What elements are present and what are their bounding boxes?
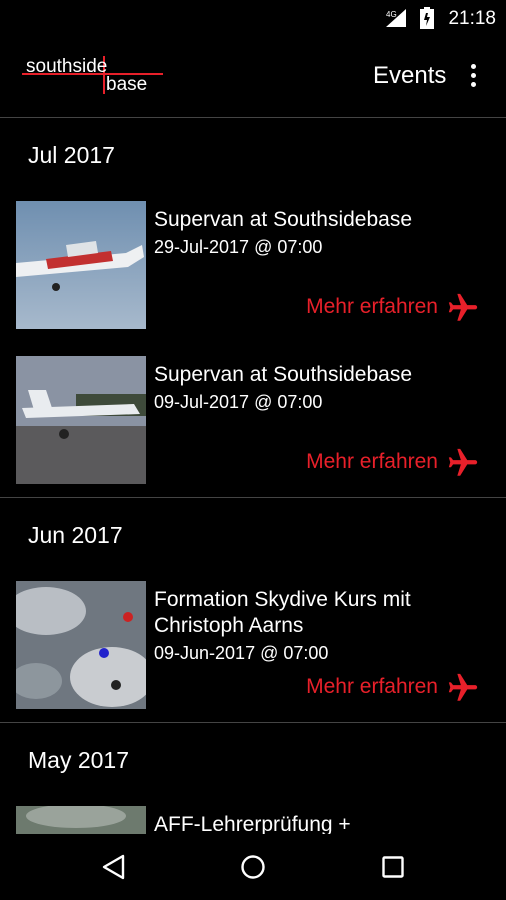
signal-icon: 4G: [386, 9, 406, 27]
back-icon[interactable]: [101, 854, 127, 880]
battery-icon: [420, 7, 434, 29]
airplane-icon[interactable]: [446, 671, 480, 705]
logo-text-bottom: base: [106, 74, 147, 95]
logo-text-top: southside: [26, 56, 107, 77]
event-title: AFF-Lehrerprüfung +: [154, 813, 351, 834]
event-title: Supervan at Southsidebase: [154, 208, 413, 231]
divider: [0, 117, 506, 118]
event-card[interactable]: Supervan at Southsidebase 29-Jul-2017 @ …: [16, 201, 488, 329]
event-date: 29-Jul-2017 @ 07:00: [154, 237, 323, 257]
event-date: 09-Jun-2017 @ 07:00: [154, 643, 329, 663]
airplane-icon[interactable]: [446, 446, 480, 480]
recents-icon[interactable]: [382, 856, 404, 878]
event-thumbnail: [16, 356, 146, 484]
section-header-month: Jul 2017: [28, 142, 115, 168]
event-thumbnail: [16, 201, 146, 329]
navigation-bar: [0, 834, 506, 900]
status-bar: 4G 21:18: [0, 0, 506, 36]
status-time: 21:18: [448, 8, 496, 29]
app-bar: southside base Events: [0, 36, 506, 118]
divider: [0, 497, 506, 498]
page-title: Events: [373, 62, 447, 89]
airplane-icon[interactable]: [446, 291, 480, 325]
southsidebase-logo[interactable]: southside base: [20, 44, 165, 104]
svg-text:4G: 4G: [386, 10, 397, 19]
section-header-month: Jun 2017: [28, 522, 123, 548]
event-card[interactable]: AFF-Lehrerprüfung +: [16, 806, 488, 834]
event-date: 09-Jul-2017 @ 07:00: [154, 392, 323, 412]
event-card[interactable]: Supervan at Southsidebase 09-Jul-2017 @ …: [16, 356, 488, 484]
section-header-month: May 2017: [28, 747, 130, 773]
divider: [0, 722, 506, 723]
event-title: Supervan at Southsidebase: [154, 363, 413, 386]
more-info-link[interactable]: Mehr erfahren: [306, 295, 438, 319]
home-icon[interactable]: [240, 854, 266, 880]
more-info-link[interactable]: Mehr erfahren: [306, 450, 438, 474]
event-title: Formation Skydive Kurs mit Christoph Aar…: [154, 588, 411, 637]
event-thumbnail: [16, 581, 146, 709]
more-info-link[interactable]: Mehr erfahren: [306, 675, 438, 699]
event-thumbnail: [16, 806, 146, 834]
event-card[interactable]: Formation Skydive Kurs mit Christoph Aar…: [16, 581, 488, 709]
overflow-menu-icon[interactable]: [466, 64, 480, 92]
